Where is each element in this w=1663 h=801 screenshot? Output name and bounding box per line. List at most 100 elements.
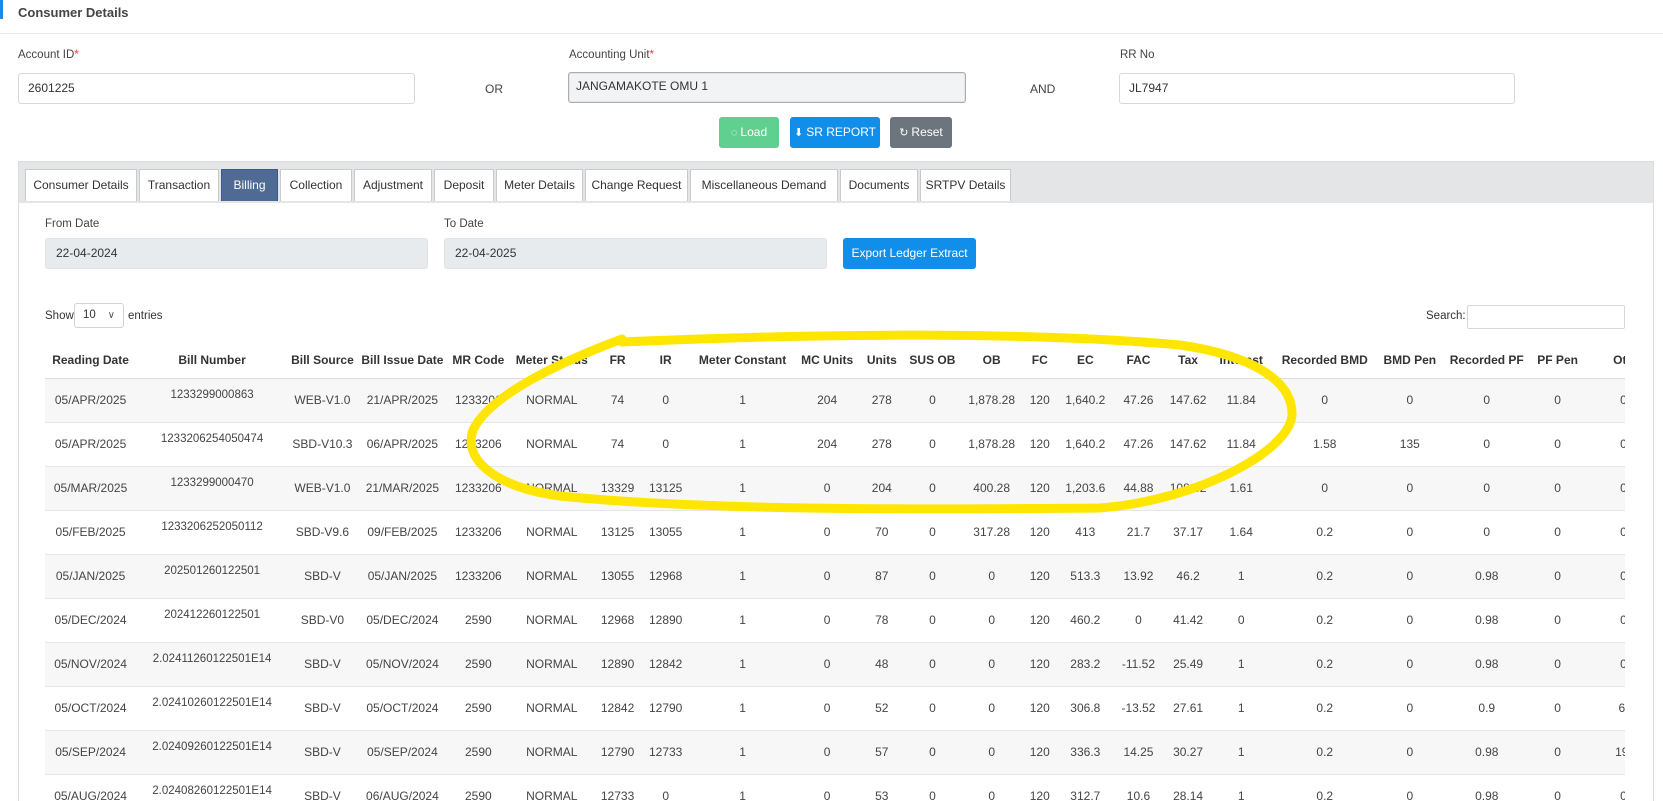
show-label: Show (45, 310, 74, 322)
column-header-ec[interactable]: EC (1057, 342, 1114, 379)
column-header-bill-number[interactable]: Bill Number (136, 342, 288, 379)
cell-ir: 12842 (640, 642, 691, 687)
table-row[interactable]: 05/AUG/2024 2.02408260122501E14 SBD-V 06/AU… (45, 774, 1625, 801)
sr-report-button[interactable]: ⬇ SR REPORT (790, 117, 880, 148)
table-row[interactable]: 05/OCT/2024 2.02410260122501E14 SBD-V 05/OC… (45, 686, 1625, 731)
table-row[interactable]: 05/NOV/2024 2.02411260122501E14 SBD-V 05/NO… (45, 642, 1625, 687)
column-header-ob[interactable]: OB (961, 342, 1023, 379)
column-header-oth[interactable]: Oth (1581, 342, 1625, 379)
cell-bill-issue-date: 05/DEC/2024 (356, 598, 448, 643)
cell-reading-date: 05/AUG/2024 (45, 774, 137, 801)
cell-fc: 120 (1022, 642, 1058, 687)
column-header-pf-pen[interactable]: PF Pen (1533, 342, 1582, 379)
tab-deposit[interactable]: Deposit (434, 169, 494, 201)
cell-oth: 0 (1581, 378, 1625, 423)
table-row[interactable]: 05/APR/2025 1233299000863 WEB-V1.0 21/APR/2… (45, 378, 1625, 423)
cell-fac: 47.26 (1113, 422, 1164, 467)
cell-bill-number: 2.02410260122501E14 (136, 686, 288, 731)
search-input[interactable] (1467, 305, 1625, 329)
table-row[interactable]: 05/MAR/2025 1233299000470 WEB-V1.0 21/MAR/2… (45, 466, 1625, 511)
tab-bar: Consumer Details Transaction Billing Col… (19, 162, 1653, 203)
reset-button[interactable]: ↻ Reset (890, 117, 952, 148)
cell-meter-status: NORMAL (508, 554, 595, 599)
cell-bmd-pen: 0 (1379, 686, 1441, 731)
tab-consumer-details[interactable]: Consumer Details (25, 169, 137, 201)
cell-mr-code: 1233206 (447, 378, 509, 423)
tab-miscellaneous-demand[interactable]: Miscellaneous Demand (690, 169, 838, 201)
column-header-bill-source[interactable]: Bill Source (288, 342, 357, 379)
cell-bill-number: 2.02409260122501E14 (136, 730, 288, 775)
tab-billing[interactable]: Billing (221, 169, 278, 201)
tab-srtpv-details[interactable]: SRTPV Details (920, 169, 1011, 201)
export-ledger-button[interactable]: Export Ledger Extract (843, 238, 976, 269)
cell-bmd-pen: 0 (1379, 466, 1441, 511)
column-header-reading-date[interactable]: Reading Date (45, 342, 137, 379)
cell-ob: 0 (961, 598, 1023, 643)
cell-sus-ob: 0 (903, 642, 962, 687)
cell-mr-code: 2590 (447, 598, 509, 643)
cell-meter-status: NORMAL (508, 598, 595, 643)
column-header-ir[interactable]: IR (640, 342, 691, 379)
cell-fac: 47.26 (1113, 378, 1164, 423)
column-header-fac[interactable]: FAC (1113, 342, 1164, 379)
load-button[interactable]: ◌ Load (719, 117, 779, 148)
cell-mc-units: 0 (794, 774, 861, 801)
sr-report-button-label: SR REPORT (806, 125, 876, 139)
cell-sus-ob: 0 (903, 466, 962, 511)
cell-bill-source: SBD-V (288, 774, 357, 801)
cell-mr-code: 2590 (447, 730, 509, 775)
accounting-unit-select[interactable]: JANGAMAKOTE OMU 1 (568, 72, 966, 103)
tab-adjustment[interactable]: Adjustment (354, 169, 432, 201)
cell-mr-code: 2590 (447, 686, 509, 731)
column-header-units[interactable]: Units (860, 342, 904, 379)
table-row[interactable]: 05/FEB/2025 1233206252050112 SBD-V9.6 09/FE… (45, 510, 1625, 555)
table-row[interactable]: 05/JAN/2025 202501260122501 SBD-V 05/JAN/20… (45, 554, 1625, 599)
cell-fac: 44.88 (1113, 466, 1164, 511)
tab-transaction[interactable]: Transaction (139, 169, 219, 201)
tab-change-request[interactable]: Change Request (585, 169, 688, 201)
cell-sus-ob: 0 (903, 422, 962, 467)
cell-sus-ob: 0 (903, 598, 962, 643)
column-header-sus-ob[interactable]: SUS OB (903, 342, 962, 379)
tab-meter-details[interactable]: Meter Details (496, 169, 583, 201)
table-row[interactable]: 05/SEP/2024 2.02409260122501E14 SBD-V 05/SE… (45, 730, 1625, 775)
cell-fr: 74 (594, 422, 641, 467)
column-header-meter-constant[interactable]: Meter Constant (690, 342, 795, 379)
cell-oth: 0 (1581, 422, 1625, 467)
cell-ob: 1,878.28 (961, 378, 1023, 423)
column-header-bill-issue-date[interactable]: Bill Issue Date (356, 342, 448, 379)
column-header-fc[interactable]: FC (1022, 342, 1058, 379)
cell-ir: 0 (640, 774, 691, 801)
table-row[interactable]: 05/APR/2025 1233206254050474 SBD-V10.3 06/A… (45, 422, 1625, 467)
cell-fc: 120 (1022, 378, 1058, 423)
account-id-input[interactable]: 2601225 (18, 73, 415, 104)
cell-interest: 1 (1212, 554, 1271, 599)
cell-interest: 1 (1212, 774, 1271, 801)
cell-tax: 37.17 (1163, 510, 1213, 555)
cell-reading-date: 05/JAN/2025 (45, 554, 137, 599)
cell-fc: 120 (1022, 554, 1058, 599)
column-header-bmd-pen[interactable]: BMD Pen (1379, 342, 1441, 379)
rr-no-input[interactable]: JL7947 (1119, 73, 1515, 104)
column-header-recorded-pf[interactable]: Recorded PF (1440, 342, 1534, 379)
column-header-recorded-bmd[interactable]: Recorded BMD (1270, 342, 1380, 379)
cell-recorded-bmd: 0.2 (1270, 686, 1380, 731)
column-header-fr[interactable]: FR (594, 342, 641, 379)
cell-meter-status: NORMAL (508, 466, 595, 511)
column-header-tax[interactable]: Tax (1163, 342, 1213, 379)
cell-oth: 0 (1581, 642, 1625, 687)
cell-meter-status: NORMAL (508, 730, 595, 775)
tab-documents[interactable]: Documents (840, 169, 918, 201)
column-header-mc-units[interactable]: MC Units (794, 342, 861, 379)
entries-per-page-select[interactable]: 10 ∨ (74, 303, 124, 328)
column-header-meter-status[interactable]: Meter Status (508, 342, 595, 379)
cell-pf-pen: 0 (1533, 774, 1582, 801)
from-date-label: From Date (45, 218, 100, 230)
table-row[interactable]: 05/DEC/2024 202412260122501 SBD-V0 05/DEC/2… (45, 598, 1625, 643)
tab-collection[interactable]: Collection (280, 169, 352, 201)
column-header-interest[interactable]: Interest (1212, 342, 1271, 379)
cell-units: 278 (860, 422, 904, 467)
to-date-input[interactable]: 22-04-2025 (444, 238, 827, 269)
column-header-mr-code[interactable]: MR Code (447, 342, 509, 379)
from-date-input[interactable]: 22-04-2024 (45, 238, 428, 269)
